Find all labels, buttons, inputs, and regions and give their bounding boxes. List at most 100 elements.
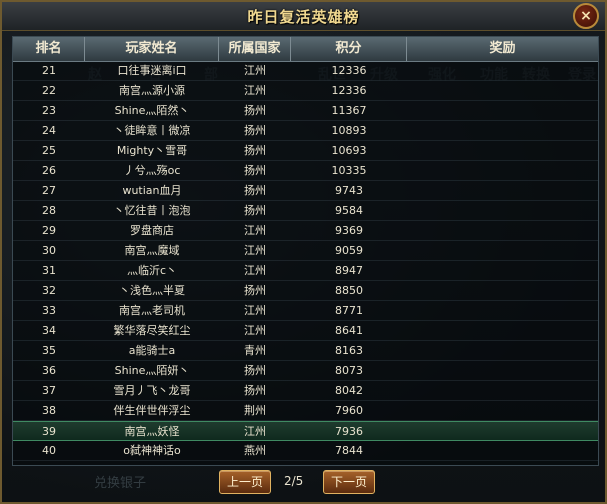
table-row[interactable]: 39 南宫灬妖怪 江州 7936: [13, 421, 598, 441]
cell-player-name: 口往事迷离i口: [117, 64, 187, 77]
cell-score: 7844: [335, 444, 363, 457]
table-row[interactable]: 30 南宫灬魔域 江州 9059: [13, 241, 598, 261]
table-row[interactable]: 27 wutian血月 扬州 9743: [13, 181, 598, 201]
table-row[interactable]: 40 o弑神神话o 燕州 7844: [13, 441, 598, 461]
table-row[interactable]: 24 丶徒眸意丨微凉 扬州 10893: [13, 121, 598, 141]
cell-country: 江州: [244, 425, 266, 438]
cell-score: 12336: [331, 64, 367, 77]
cell-score: 10893: [331, 124, 367, 137]
column-header-rank: 排名: [13, 37, 85, 61]
cell-score: 9059: [335, 244, 363, 257]
cell-rank: 27: [42, 184, 56, 197]
cell-player-name: 南宫灬老司机: [119, 304, 185, 317]
cell-reward: [407, 381, 598, 401]
cell-score: 10693: [331, 144, 367, 157]
cell-player-name: a能骑士a: [128, 344, 176, 357]
cell-reward: [407, 221, 598, 241]
cell-rank: 25: [42, 144, 56, 157]
close-button[interactable]: ×: [573, 3, 599, 29]
cell-reward: [407, 321, 598, 341]
cell-country: 江州: [244, 64, 266, 77]
cell-reward: [407, 422, 598, 442]
cell-score: 9584: [335, 204, 363, 217]
cell-country: 扬州: [244, 104, 266, 117]
table-row[interactable]: 38 伴生伴世伴浮尘 荆州 7960: [13, 401, 598, 421]
cell-country: 江州: [244, 304, 266, 317]
table-row[interactable]: 35 a能骑士a 青州 8163: [13, 341, 598, 361]
cell-rank: 32: [42, 284, 56, 297]
table-row[interactable]: 33 南宫灬老司机 江州 8771: [13, 301, 598, 321]
table-row[interactable]: 29 罗盘商店 江州 9369: [13, 221, 598, 241]
cell-player-name: 丶徒眸意丨微凉: [113, 124, 191, 137]
cell-score: 11367: [331, 104, 367, 117]
cell-reward: [407, 61, 598, 81]
table-row[interactable]: 28 丶忆往昔丨泡泡 扬州 9584: [13, 201, 598, 221]
cell-rank: 29: [42, 224, 56, 237]
table-row[interactable]: 34 繁华落尽笑红尘 江州 8641: [13, 321, 598, 341]
cell-country: 扬州: [244, 364, 266, 377]
cell-reward: [407, 261, 598, 281]
cell-rank: 35: [42, 344, 56, 357]
cell-country: 扬州: [244, 204, 266, 217]
cell-player-name: 繁华落尽笑红尘: [113, 324, 191, 337]
cell-rank: 23: [42, 104, 56, 117]
cell-player-name: 罗盘商店: [130, 224, 174, 237]
table-row[interactable]: 37 雪月丿飞丶龙哥 扬州 8042: [13, 381, 598, 401]
column-header-player-name: 玩家姓名: [85, 37, 219, 61]
cell-player-name: 灬临沂c丶: [126, 264, 178, 277]
table-row[interactable]: 21 口往事迷离i口 江州 12336: [13, 61, 598, 81]
cell-score: 8042: [335, 384, 363, 397]
cell-player-name: 南宫灬源小源: [119, 84, 185, 97]
title-bar: 昨日复活英雄榜 ×: [2, 2, 605, 31]
window-title: 昨日复活英雄榜: [247, 8, 360, 26]
cell-rank: 33: [42, 304, 56, 317]
cell-reward: [407, 161, 598, 181]
column-header-country: 所属国家: [219, 37, 291, 61]
table-row[interactable]: 32 丶浅色灬半夏 扬州 8850: [13, 281, 598, 301]
next-page-button[interactable]: 下一页: [323, 470, 375, 494]
cell-reward: [407, 101, 598, 121]
pagination-bar: 兑换银子 上一页 2/5 下一页: [2, 466, 605, 502]
cell-reward: [407, 81, 598, 101]
table-row[interactable]: 26 丿兮灬殇oc 扬州 10335: [13, 161, 598, 181]
cell-country: 江州: [244, 84, 266, 97]
cell-rank: 31: [42, 264, 56, 277]
cell-rank: 21: [42, 64, 56, 77]
cell-player-name: 丿兮灬殇oc: [123, 164, 181, 177]
cell-country: 扬州: [244, 144, 266, 157]
cell-rank: 26: [42, 164, 56, 177]
table-row[interactable]: 31 灬临沂c丶 江州 8947: [13, 261, 598, 281]
prev-page-button[interactable]: 上一页: [219, 470, 271, 494]
table-row[interactable]: 23 Shine灬陌然丶 扬州 11367: [13, 101, 598, 121]
cell-player-name: 雪月丿飞丶龙哥: [113, 384, 191, 397]
cell-score: 8073: [335, 364, 363, 377]
table-row[interactable]: 36 Shine灬陌妍丶 扬州 8073: [13, 361, 598, 381]
table-row[interactable]: 22 南宫灬源小源 江州 12336: [13, 81, 598, 101]
cell-score: 8850: [335, 284, 363, 297]
cell-rank: 38: [42, 404, 56, 417]
cell-player-name: 丶忆往昔丨泡泡: [113, 204, 191, 217]
cell-score: 10335: [331, 164, 367, 177]
cell-rank: 28: [42, 204, 56, 217]
cell-country: 青州: [244, 344, 266, 357]
cell-country: 江州: [244, 244, 266, 257]
cell-reward: [407, 281, 598, 301]
cell-country: 扬州: [244, 164, 266, 177]
cell-score: 12336: [331, 84, 367, 97]
cell-score: 8947: [335, 264, 363, 277]
cell-country: 扬州: [244, 124, 266, 137]
column-header-reward: 奖励: [489, 41, 516, 56]
table-header: 排名 玩家姓名 所属国家 积分 奖励: [13, 37, 598, 62]
table-row[interactable]: 25 Mighty丶雪哥 扬州 10693: [13, 141, 598, 161]
cell-reward: [407, 141, 598, 161]
cell-country: 江州: [244, 324, 266, 337]
cell-rank: 37: [42, 384, 56, 397]
cell-player-name: Shine灬陌妍丶: [114, 364, 190, 377]
cell-player-name: 南宫灬魔域: [124, 244, 180, 257]
cell-country: 扬州: [244, 384, 266, 397]
cell-reward: [407, 241, 598, 261]
cell-reward: [407, 361, 598, 381]
cell-score: 8163: [335, 344, 363, 357]
cell-reward: [407, 201, 598, 221]
cell-player-name: 南宫灬妖怪: [124, 425, 180, 438]
